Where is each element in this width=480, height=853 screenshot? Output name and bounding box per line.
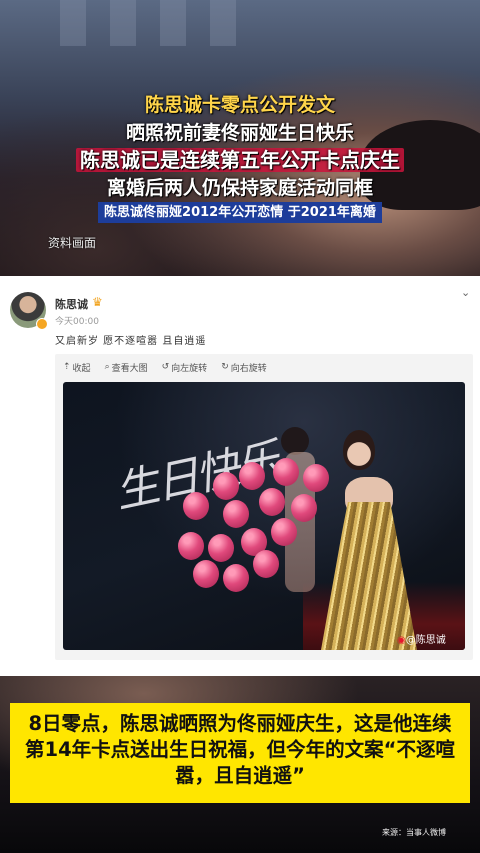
caption-line-2: 晒照祝前妻佟丽娅生日快乐 xyxy=(125,122,354,144)
footage-label: 资料画面 xyxy=(48,236,97,250)
subtitle-box: 8日零点，陈思诚晒照为佟丽娅庆生，这是他连续第14年卡点送出生日祝福，但今年的文… xyxy=(10,703,470,803)
media-container: ⇡ 收起 ⌕ 查看大图 ↺ 向左旋转 ↻ 向右旋转 生日快乐 ◉@陈思诚 xyxy=(55,354,473,660)
balloon xyxy=(183,492,209,520)
balloon xyxy=(271,518,297,546)
balloon xyxy=(223,564,249,592)
media-toolbar: ⇡ 收起 ⌕ 查看大图 ↺ 向左旋转 ↻ 向右旋转 xyxy=(55,354,473,380)
collapse-button[interactable]: ⇡ 收起 xyxy=(63,361,91,374)
view-large-button[interactable]: ⌕ 查看大图 xyxy=(105,361,148,374)
gold-dress xyxy=(321,502,417,650)
balloon xyxy=(213,472,239,500)
building-window xyxy=(210,0,236,46)
balloon xyxy=(303,464,329,492)
caption-line-3-text: 陈思诚已是连续第五年公开卡点庆生 xyxy=(76,148,404,172)
balloon xyxy=(273,458,299,486)
building-window xyxy=(110,0,136,46)
verified-badge xyxy=(36,318,48,330)
balloon xyxy=(223,500,249,528)
rotate-left-icon: ↺ xyxy=(161,362,170,372)
weibo-icon: ◉ xyxy=(397,635,406,646)
caption-line-5-text: 陈思诚佟丽娅2012年公开恋情 于2021年离婚 xyxy=(98,202,382,223)
crown-icon: ♛ xyxy=(92,295,103,309)
collapse-icon: ⇡ xyxy=(63,362,71,372)
building-window xyxy=(60,0,86,46)
balloon xyxy=(253,550,279,578)
balloon xyxy=(193,560,219,588)
watermark-text: @陈思诚 xyxy=(405,635,446,646)
rotate-left-button[interactable]: ↺ 向左旋转 xyxy=(162,361,208,374)
building-window xyxy=(160,0,186,46)
collapse-label: 收起 xyxy=(72,363,91,374)
balloon xyxy=(239,462,265,490)
rotate-right-icon: ↻ xyxy=(221,362,229,372)
zoom-icon: ⌕ xyxy=(104,362,110,372)
balloon xyxy=(208,534,234,562)
source-credit: 来源：当事人微博 xyxy=(382,828,446,837)
caption-line-4: 离婚后两人仍保持家庭活动同框 xyxy=(106,177,373,199)
caption-line-1: 陈思诚卡零点公开发文 xyxy=(144,94,335,116)
balloon xyxy=(291,494,317,522)
person-head xyxy=(343,430,375,470)
dropdown-icon[interactable]: ⌄ xyxy=(461,286,470,299)
rotate-left-label: 向左旋转 xyxy=(171,363,208,374)
balloon xyxy=(178,532,204,560)
weibo-post-card: 陈思诚 ♛ 今天00:00 ⌄ 又启新岁 愿不逐喧嚣 且自逍遥 ⇡ 收起 ⌕ 查看大… xyxy=(0,276,480,676)
caption-line-3: 陈思诚已是连续第五年公开卡点庆生 xyxy=(0,144,480,173)
user-name[interactable]: 陈思诚 xyxy=(55,296,88,312)
subtitle-text: 8日零点，陈思诚晒照为佟丽娅庆生，这是他连续第14年卡点送出生日祝福，但今年的文… xyxy=(25,712,455,787)
balloon xyxy=(259,488,285,516)
rotate-right-label: 向右旋转 xyxy=(230,363,267,374)
rotate-right-button[interactable]: ↻ 向右旋转 xyxy=(221,361,267,374)
post-time: 今天00:00 xyxy=(55,317,99,327)
screen-figure-head xyxy=(281,427,309,455)
view-large-label: 查看大图 xyxy=(111,363,148,374)
weibo-watermark: ◉@陈思诚 xyxy=(397,631,446,646)
post-text: 又启新岁 愿不逐喧嚣 且自逍遥 xyxy=(55,336,207,347)
post-photo[interactable]: 生日快乐 ◉@陈思诚 xyxy=(63,382,465,650)
caption-line-5: 陈思诚佟丽娅2012年公开恋情 于2021年离婚 xyxy=(0,201,480,223)
